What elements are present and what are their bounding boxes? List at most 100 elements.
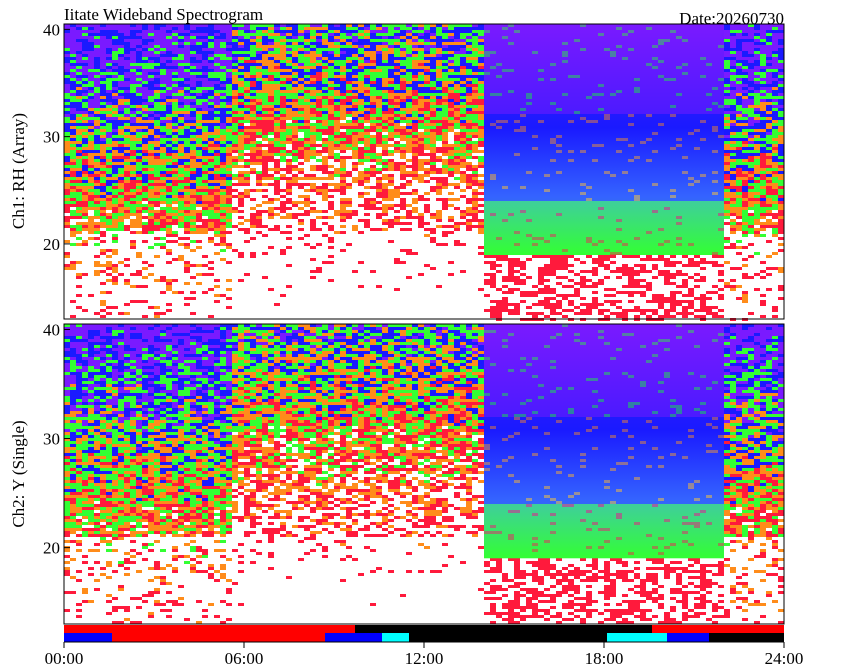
spectrogram-cell [442, 27, 448, 30]
spectrogram-cell [178, 51, 184, 54]
spectrogram-cell [70, 57, 76, 60]
spectrogram-cell [82, 42, 88, 45]
spectrogram-cell [292, 60, 298, 63]
spectrogram-cell [238, 27, 244, 30]
spectrogram-cell [724, 72, 730, 75]
spectrogram-cell [748, 51, 754, 54]
spectrogram-cell [472, 45, 478, 48]
spectrogram-cell [736, 27, 742, 30]
spectrogram-cell [232, 27, 238, 30]
spectrogram-cell [136, 27, 142, 30]
spectrogram-cell [730, 33, 736, 36]
spectrogram-cell [112, 69, 118, 72]
spectrogram-cell [466, 51, 472, 54]
spectrogram-cell [772, 27, 778, 30]
spectrogram-cell [760, 30, 766, 33]
spectrogram-cell [454, 63, 460, 66]
spectrogram-cell [376, 45, 382, 48]
spectrogram-cell [460, 57, 466, 60]
spectrogram-cell [292, 36, 298, 39]
spectrogram-cell [412, 42, 418, 45]
spectrogram-cell [238, 30, 244, 33]
spectrogram-cell [130, 69, 136, 72]
spectrogram-cell [352, 45, 358, 48]
spectrogram-cell [142, 48, 148, 51]
spectrogram-cell [748, 63, 754, 66]
spectrogram-cell [424, 66, 430, 69]
spectrogram-cell [736, 69, 742, 72]
spectrogram-cell [322, 45, 328, 48]
spectrogram-cell [334, 72, 340, 75]
spectrogram-cell [472, 54, 478, 57]
spectrogram-cell [214, 51, 220, 54]
spectrogram-cell [142, 57, 148, 60]
spectrogram-cell [352, 48, 358, 51]
spectrogram-cell [430, 45, 436, 48]
spectrogram-cell [106, 66, 112, 69]
spectrogram-cell [280, 42, 286, 45]
spectrogram-cell [64, 42, 70, 45]
spectrogram-cell [412, 63, 418, 66]
spectrogram-cell [772, 30, 778, 33]
spectrogram-cell [298, 54, 304, 57]
spectrogram-cell [136, 66, 142, 69]
spectrogram-cell [178, 27, 184, 30]
spectrogram-cell [256, 54, 262, 57]
spectrogram-cell [730, 39, 736, 42]
spectrogram-cell [394, 51, 400, 54]
spectrogram-cell [418, 33, 424, 36]
spectrogram-cell [310, 69, 316, 72]
spectrogram-cell [274, 30, 280, 33]
spectrogram-cell [772, 60, 778, 63]
spectrogram-cell [250, 48, 256, 51]
spectrogram-cell [412, 51, 418, 54]
spectrogram-cell [124, 63, 130, 66]
spectrogram-cell [736, 60, 742, 63]
spectrogram-cell [202, 51, 208, 54]
spectrogram-cell [160, 63, 166, 66]
spectrogram-cell [382, 57, 388, 60]
spectrogram-cell [88, 39, 94, 42]
spectrogram-cell [280, 51, 286, 54]
spectrogram-cell [202, 63, 208, 66]
spectrogram-cell [466, 54, 472, 57]
spectrogram-cell [94, 33, 100, 36]
spectrogram-cell [436, 60, 442, 63]
spectrogram-cell [772, 69, 778, 72]
spectrogram-cell [226, 42, 232, 45]
spectrogram-cell [364, 51, 370, 54]
spectrogram-cell [322, 54, 328, 57]
spectrogram-cell [250, 72, 256, 75]
spectrogram-cell [310, 36, 316, 39]
spectrogram-cell [196, 27, 202, 30]
spectrogram-cell [94, 60, 100, 63]
spectrogram-cell [478, 72, 484, 75]
spectrogram-cell [112, 36, 118, 39]
spectrogram-cell [364, 42, 370, 45]
spectrogram-cell [400, 33, 406, 36]
spectrogram-cell [424, 63, 430, 66]
spectrogram-cell [178, 57, 184, 60]
spectrogram-cell [226, 63, 232, 66]
spectrogram-cell [166, 48, 172, 51]
spectrogram-cell [304, 30, 310, 33]
spectrogram-cell [130, 33, 136, 36]
spectrogram-cell [178, 48, 184, 51]
spectrogram-cell [232, 51, 238, 54]
spectrogram-cell [118, 36, 124, 39]
spectrogram-cell [472, 27, 478, 30]
spectrogram-cell [262, 54, 268, 57]
spectrogram-cell [304, 39, 310, 42]
spectrogram-cell [364, 69, 370, 72]
spectrogram-cell [310, 63, 316, 66]
spectrogram-cell [82, 57, 88, 60]
spectrogram-cell [418, 30, 424, 33]
spectrogram-cell [142, 69, 148, 72]
spectrogram-cell [118, 45, 124, 48]
spectrogram-cell [76, 33, 82, 36]
spectrogram-cell [442, 36, 448, 39]
spectrogram-cell [238, 36, 244, 39]
spectrogram-cell [748, 33, 754, 36]
spectrogram-cell [118, 39, 124, 42]
spectrogram-cell [112, 30, 118, 33]
